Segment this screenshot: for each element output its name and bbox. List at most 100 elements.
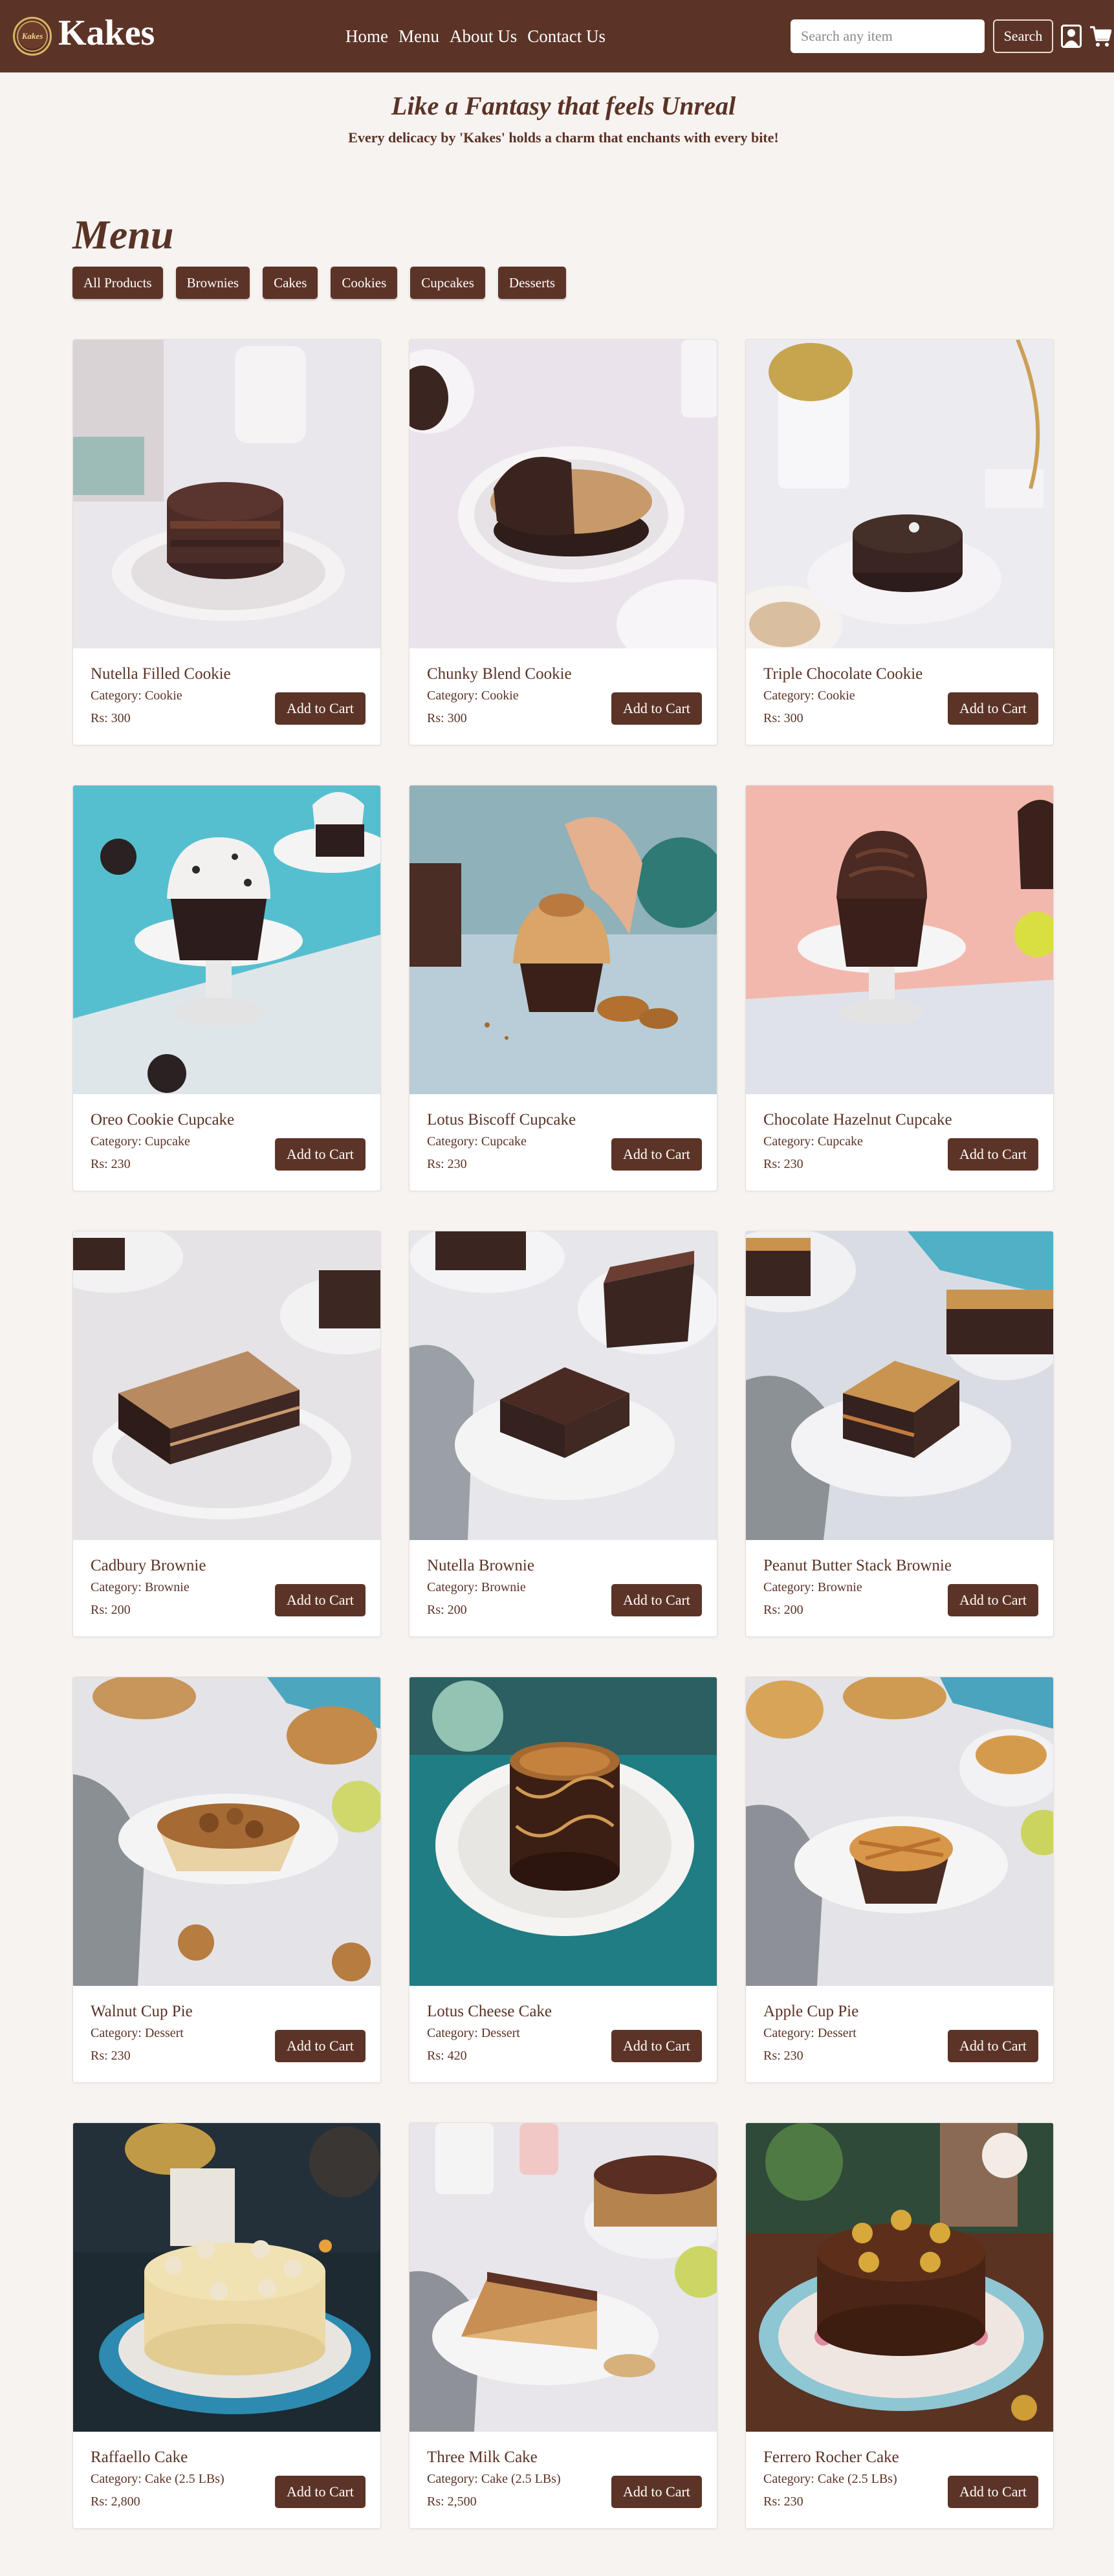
product-price: Rs: 2,800 (91, 2494, 140, 2509)
hero-title: Like a Fantasy that feels Unreal (391, 91, 736, 120)
product-card: Apple Cup Pie Category: Dessert Rs: 230 … (745, 1677, 1054, 2083)
product-image[interactable] (410, 786, 717, 1094)
filter-all-products[interactable]: All Products (72, 267, 163, 299)
product-image[interactable] (410, 1231, 717, 1540)
product-price: Rs: 230 (763, 1157, 803, 1171)
product-image[interactable] (746, 786, 1054, 1094)
product-card: Peanut Butter Stack Brownie Category: Br… (745, 1231, 1054, 1637)
product-category: Category: Brownie (427, 1580, 526, 1594)
filter-cupcakes[interactable]: Cupcakes (410, 267, 485, 299)
product-card: Lotus Biscoff Cupcake Category: Cupcake … (409, 785, 717, 1191)
nav-link-home[interactable]: Home (345, 25, 388, 48)
product-card: Chunky Blend Cookie Category: Cookie Rs:… (409, 339, 717, 745)
product-name: Nutella Brownie (427, 1557, 534, 1574)
product-name: Chunky Blend Cookie (427, 665, 572, 683)
add-to-cart-button[interactable]: Add to Cart (611, 1584, 702, 1616)
product-price: Rs: 230 (763, 2494, 803, 2509)
add-to-cart-button[interactable]: Add to Cart (611, 2030, 702, 2062)
product-category: Category: Cake (2.5 LBs) (91, 2472, 224, 2486)
logo-text: Kakes (21, 31, 43, 41)
filter-cakes[interactable]: Cakes (263, 267, 318, 299)
add-to-cart-button[interactable]: Add to Cart (275, 2030, 366, 2062)
nav-link-about[interactable]: About Us (450, 25, 517, 48)
product-category: Category: Cookie (763, 688, 855, 703)
product-grid: Nutella Filled Cookie Category: Cookie R… (72, 339, 1056, 2529)
product-card: Raffaello Cake Category: Cake (2.5 LBs) … (72, 2122, 381, 2529)
nav-link-contact[interactable]: Contact Us (527, 25, 606, 48)
product-card: Walnut Cup Pie Category: Dessert Rs: 230… (72, 1677, 381, 2083)
menu-title: Menu (72, 212, 174, 258)
add-to-cart-button[interactable]: Add to Cart (948, 1584, 1038, 1616)
add-to-cart-button[interactable]: Add to Cart (275, 1584, 366, 1616)
product-category: Category: Cake (2.5 LBs) (427, 2472, 561, 2486)
product-price: Rs: 300 (91, 711, 131, 725)
add-to-cart-button[interactable]: Add to Cart (611, 2476, 702, 2508)
hero-subtitle: Every delicacy by 'Kakes' holds a charm … (348, 129, 779, 146)
product-price: Rs: 230 (91, 2049, 131, 2063)
product-name: Walnut Cup Pie (91, 2003, 193, 2020)
product-name: Lotus Biscoff Cupcake (427, 1111, 576, 1128)
product-category: Category: Brownie (763, 1580, 862, 1594)
filter-cookies[interactable]: Cookies (331, 267, 398, 299)
product-name: Three Milk Cake (427, 2449, 538, 2466)
product-price: Rs: 230 (91, 1157, 131, 1171)
product-image[interactable] (410, 2123, 717, 2432)
add-to-cart-button[interactable]: Add to Cart (948, 692, 1038, 725)
product-image[interactable] (73, 2123, 381, 2432)
add-to-cart-button[interactable]: Add to Cart (948, 2030, 1038, 2062)
product-category: Category: Dessert (427, 2026, 520, 2040)
add-to-cart-button[interactable]: Add to Cart (611, 1138, 702, 1171)
product-price: Rs: 200 (427, 1603, 467, 1617)
add-to-cart-button[interactable]: Add to Cart (611, 692, 702, 725)
search-button[interactable]: Search (993, 19, 1053, 53)
product-image[interactable] (410, 340, 717, 648)
product-name: Cadbury Brownie (91, 1557, 206, 1574)
product-name: Triple Chocolate Cookie (763, 665, 923, 683)
add-to-cart-button[interactable]: Add to Cart (275, 1138, 366, 1171)
add-to-cart-button[interactable]: Add to Cart (948, 2476, 1038, 2508)
filter-desserts[interactable]: Desserts (497, 267, 567, 299)
product-name: Ferrero Rocher Cake (763, 2449, 899, 2466)
product-category: Category: Cookie (91, 688, 182, 703)
filter-brownies[interactable]: Brownies (175, 267, 250, 299)
logo[interactable]: Kakes (13, 17, 52, 56)
add-to-cart-button[interactable]: Add to Cart (275, 2476, 366, 2508)
user-icon[interactable] (1061, 25, 1082, 48)
product-name: Peanut Butter Stack Brownie (763, 1557, 952, 1574)
product-category: Category: Cake (2.5 LBs) (763, 2472, 897, 2486)
product-card: Chocolate Hazelnut Cupcake Category: Cup… (745, 785, 1054, 1191)
navbar: Kakes Kakes Home Menu About Us Contact U… (0, 0, 1114, 72)
product-category: Category: Cookie (427, 688, 519, 703)
add-to-cart-button[interactable]: Add to Cart (275, 692, 366, 725)
product-image[interactable] (746, 1677, 1054, 1986)
nav-link-menu[interactable]: Menu (399, 25, 439, 48)
product-image[interactable] (746, 1231, 1054, 1540)
product-price: Rs: 230 (427, 1157, 467, 1171)
product-card: Cadbury Brownie Category: Brownie Rs: 20… (72, 1231, 381, 1637)
product-name: Nutella Filled Cookie (91, 665, 231, 683)
cart-icon[interactable] (1089, 25, 1111, 48)
nav-links: Home Menu About Us Contact Us (345, 25, 616, 48)
product-image[interactable] (746, 2123, 1054, 2432)
add-to-cart-button[interactable]: Add to Cart (948, 1138, 1038, 1171)
product-price: Rs: 300 (427, 711, 467, 725)
product-price: Rs: 230 (763, 2049, 803, 2063)
product-name: Chocolate Hazelnut Cupcake (763, 1111, 952, 1128)
product-image[interactable] (73, 786, 381, 1094)
product-image[interactable] (410, 1677, 717, 1986)
product-name: Oreo Cookie Cupcake (91, 1111, 235, 1128)
brand-name[interactable]: Kakes (58, 12, 155, 54)
product-category: Category: Dessert (91, 2026, 184, 2040)
search-input[interactable] (791, 19, 985, 53)
product-price: Rs: 200 (763, 1603, 803, 1617)
product-image[interactable] (73, 1677, 381, 1986)
product-card: Nutella Filled Cookie Category: Cookie R… (72, 339, 381, 745)
product-image[interactable] (73, 340, 381, 648)
product-card: Ferrero Rocher Cake Category: Cake (2.5 … (745, 2122, 1054, 2529)
product-image[interactable] (746, 340, 1054, 648)
product-category: Category: Cupcake (427, 1134, 527, 1149)
product-category: Category: Cupcake (763, 1134, 863, 1149)
product-image[interactable] (73, 1231, 381, 1540)
product-category: Category: Dessert (763, 2026, 857, 2040)
product-name: Raffaello Cake (91, 2449, 188, 2466)
